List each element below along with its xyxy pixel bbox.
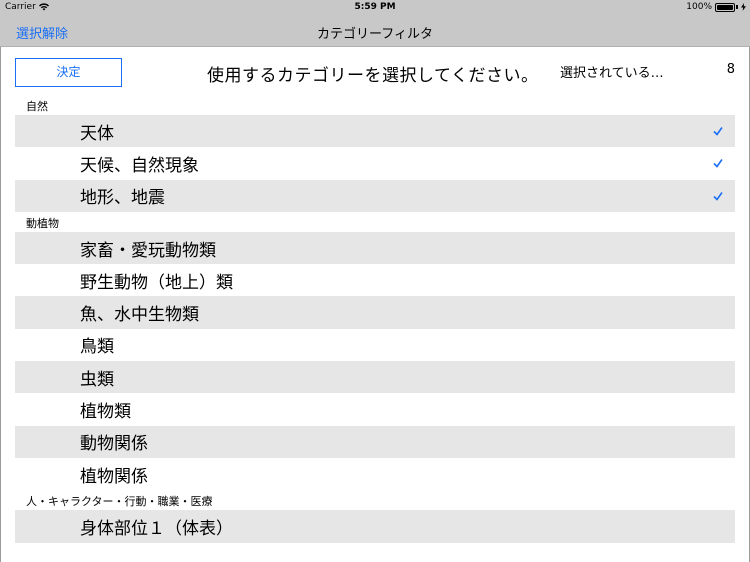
status-bar: Carrier 5:59 PM 100% bbox=[0, 0, 750, 16]
category-label: 地形、地震 bbox=[80, 188, 165, 209]
category-row[interactable]: 天候、自然現象 bbox=[15, 147, 735, 179]
category-label: 植物類 bbox=[80, 402, 131, 423]
battery-percent: 100% bbox=[686, 2, 712, 12]
selected-count-value: 8 bbox=[726, 62, 735, 77]
category-label: 鳥類 bbox=[80, 337, 114, 358]
section-header: 人・キャラクター・行動・職業・医療 bbox=[26, 495, 213, 509]
category-row[interactable]: 天体 bbox=[15, 115, 735, 148]
category-label: 野生動物（地上）類 bbox=[80, 272, 233, 293]
battery-icon bbox=[715, 2, 735, 12]
category-label: 天候、自然現象 bbox=[80, 155, 199, 176]
category-label: 植物関係 bbox=[80, 466, 148, 487]
category-row[interactable]: 家畜・愛玩動物類 bbox=[15, 231, 735, 265]
category-row[interactable]: 魚、水中生物類 bbox=[15, 296, 735, 329]
status-time: 5:59 PM bbox=[354, 2, 396, 12]
done-button[interactable]: 決定 bbox=[15, 58, 122, 87]
charging-bolt-icon bbox=[741, 3, 746, 11]
selected-count-label: 選択されている… bbox=[560, 66, 664, 81]
battery-indicator: 100% bbox=[686, 2, 746, 12]
section-header: 動植物 bbox=[26, 216, 59, 230]
category-label: 身体部位１（体表） bbox=[80, 518, 233, 539]
category-row[interactable]: 地形、地震 bbox=[15, 179, 735, 212]
category-label: 魚、水中生物類 bbox=[80, 305, 199, 326]
navigation-bar: 選択解除 カテゴリーフィルタ bbox=[0, 16, 750, 47]
checkmark-icon bbox=[713, 127, 723, 136]
category-list[interactable]: 自然天体天候、自然現象 地形、地震動植物家畜・愛玩動物類 野生動物（地上）類 魚、水中… bbox=[15, 95, 735, 543]
category-row[interactable]: 植物関係 bbox=[15, 458, 735, 490]
battery-tip bbox=[736, 5, 738, 9]
category-row[interactable]: 身体部位１（体表） bbox=[15, 510, 735, 543]
page-title: カテゴリーフィルタ bbox=[317, 27, 433, 42]
section-header: 自然 bbox=[26, 100, 48, 113]
checkmark-icon bbox=[713, 191, 723, 201]
category-row[interactable]: 植物類 bbox=[15, 393, 735, 425]
category-label: 家畜・愛玩動物類 bbox=[80, 240, 216, 261]
category-label: 天体 bbox=[80, 123, 114, 144]
checkmark-icon bbox=[713, 159, 723, 169]
category-row[interactable]: 野生動物（地上）類 bbox=[15, 264, 735, 296]
instruction-text: 使用するカテゴリーを選択してください。 bbox=[207, 66, 539, 86]
category-row[interactable]: 動物関係 bbox=[15, 425, 735, 458]
category-row[interactable]: 虫類 bbox=[15, 361, 735, 394]
filter-toolbar: 決定 使用するカテゴリーを選択してください。 選択されている… 8 bbox=[0, 48, 750, 94]
category-label: 動物関係 bbox=[80, 434, 148, 455]
category-row[interactable]: 鳥類 bbox=[15, 329, 735, 361]
category-label: 虫類 bbox=[80, 369, 114, 390]
